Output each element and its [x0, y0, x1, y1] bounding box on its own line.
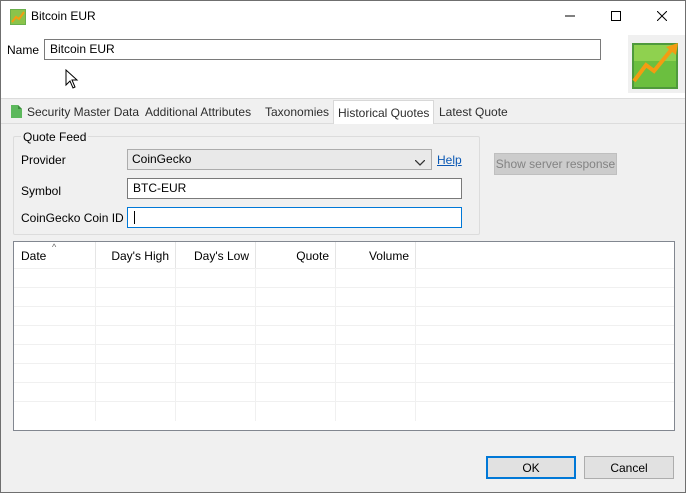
tab-label: Latest Quote	[439, 105, 508, 119]
provider-select[interactable]: CoinGecko	[127, 149, 432, 170]
tab-label: Historical Quotes	[338, 106, 430, 120]
table-cell	[336, 345, 416, 364]
ok-button[interactable]: OK	[486, 456, 576, 479]
table-row[interactable]	[14, 382, 674, 402]
minimize-icon	[565, 10, 575, 24]
table-cell	[176, 307, 256, 326]
chart-trend-icon	[628, 35, 685, 93]
table-cell	[96, 288, 176, 307]
quotes-table[interactable]: ^ Date Day's High Day's Low Quote Volume	[13, 241, 675, 431]
minimize-button[interactable]	[547, 1, 593, 32]
table-cell	[256, 326, 336, 345]
table-cell	[256, 345, 336, 364]
tab-latest-quote[interactable]: Latest Quote	[435, 102, 512, 124]
table-row[interactable]	[14, 325, 674, 345]
provider-value: CoinGecko	[132, 152, 192, 166]
tab-label: Additional Attributes	[145, 105, 252, 119]
table-row[interactable]	[14, 306, 674, 326]
table-row[interactable]	[14, 268, 674, 288]
symbol-field[interactable]: BTC-EUR	[127, 178, 462, 199]
column-header-days-low[interactable]: Day's Low	[176, 242, 256, 268]
chevron-down-icon	[414, 155, 426, 169]
table-header: ^ Date Day's High Day's Low Quote Volume	[14, 242, 674, 268]
table-cell	[336, 383, 416, 402]
table-row[interactable]	[14, 287, 674, 307]
table-cell	[14, 288, 96, 307]
table-cell	[336, 326, 416, 345]
table-cell	[336, 307, 416, 326]
table-cell	[256, 383, 336, 402]
name-field[interactable]: Bitcoin EUR	[44, 39, 601, 60]
table-cell	[176, 269, 256, 288]
table-cell	[14, 383, 96, 402]
table-cell	[336, 402, 416, 421]
text-caret	[134, 211, 135, 224]
tab-bar: Security Master Data Additional Attribut…	[1, 98, 685, 125]
column-header-days-high[interactable]: Day's High	[96, 242, 176, 268]
table-cell	[96, 345, 176, 364]
button-bar: OK Cancel	[1, 442, 685, 492]
table-cell	[14, 326, 96, 345]
coin-id-field[interactable]	[127, 207, 462, 228]
table-cell	[14, 364, 96, 383]
coin-id-label: CoinGecko Coin ID	[21, 211, 124, 225]
table-cell	[14, 307, 96, 326]
table-cell	[176, 383, 256, 402]
header-area: Name Bitcoin EUR	[1, 32, 685, 98]
symbol-label: Symbol	[21, 184, 62, 198]
provider-label: Provider	[21, 153, 66, 167]
table-cell	[14, 402, 96, 421]
mouse-pointer-icon	[65, 68, 79, 92]
table-cell	[96, 326, 176, 345]
table-cell	[96, 269, 176, 288]
dialog-window: Bitcoin EUR Name Bitcoin EUR Security Ma…	[0, 0, 686, 493]
table-cell	[336, 288, 416, 307]
tab-taxonomies[interactable]: Taxonomies	[261, 102, 333, 124]
maximize-icon	[611, 10, 621, 24]
table-cell	[256, 364, 336, 383]
table-row[interactable]	[14, 363, 674, 383]
table-cell	[176, 402, 256, 421]
table-cell	[176, 326, 256, 345]
table-cell	[336, 269, 416, 288]
table-cell	[336, 364, 416, 383]
close-button[interactable]	[639, 1, 685, 32]
show-server-response-button[interactable]: Show server response	[494, 153, 617, 175]
chart-icon	[10, 9, 26, 25]
table-cell	[14, 345, 96, 364]
close-icon	[656, 10, 668, 24]
tab-security-master-data[interactable]: Security Master Data	[7, 102, 143, 124]
table-row[interactable]	[14, 344, 674, 364]
table-cell	[256, 307, 336, 326]
tab-historical-quotes[interactable]: Historical Quotes	[333, 100, 435, 125]
table-row[interactable]	[14, 401, 674, 421]
quote-feed-title: Quote Feed	[21, 130, 89, 144]
table-cell	[256, 402, 336, 421]
sort-ascending-icon: ^	[52, 242, 57, 252]
table-cell	[256, 269, 336, 288]
tab-label: Security Master Data	[27, 105, 140, 119]
column-header-volume[interactable]: Volume	[336, 242, 416, 268]
column-header-date[interactable]: ^ Date	[14, 242, 96, 268]
table-cell	[176, 345, 256, 364]
help-link[interactable]: Help	[437, 153, 462, 167]
tab-additional-attributes[interactable]: Additional Attributes	[141, 102, 255, 124]
maximize-button[interactable]	[593, 1, 639, 32]
historical-quotes-panel: Quote Feed Provider CoinGecko Help Symbo…	[1, 124, 685, 442]
table-cell	[176, 288, 256, 307]
column-header-quote[interactable]: Quote	[256, 242, 336, 268]
cancel-button[interactable]: Cancel	[584, 456, 674, 479]
table-cell	[96, 364, 176, 383]
document-icon	[11, 105, 22, 121]
tab-label: Taxonomies	[265, 105, 330, 119]
name-label: Name	[7, 43, 40, 57]
title-bar: Bitcoin EUR	[1, 1, 685, 32]
table-cell	[96, 307, 176, 326]
table-cell	[256, 288, 336, 307]
table-cell	[96, 402, 176, 421]
table-cell	[96, 383, 176, 402]
table-cell	[14, 269, 96, 288]
table-cell	[176, 364, 256, 383]
window-title: Bitcoin EUR	[31, 9, 96, 23]
